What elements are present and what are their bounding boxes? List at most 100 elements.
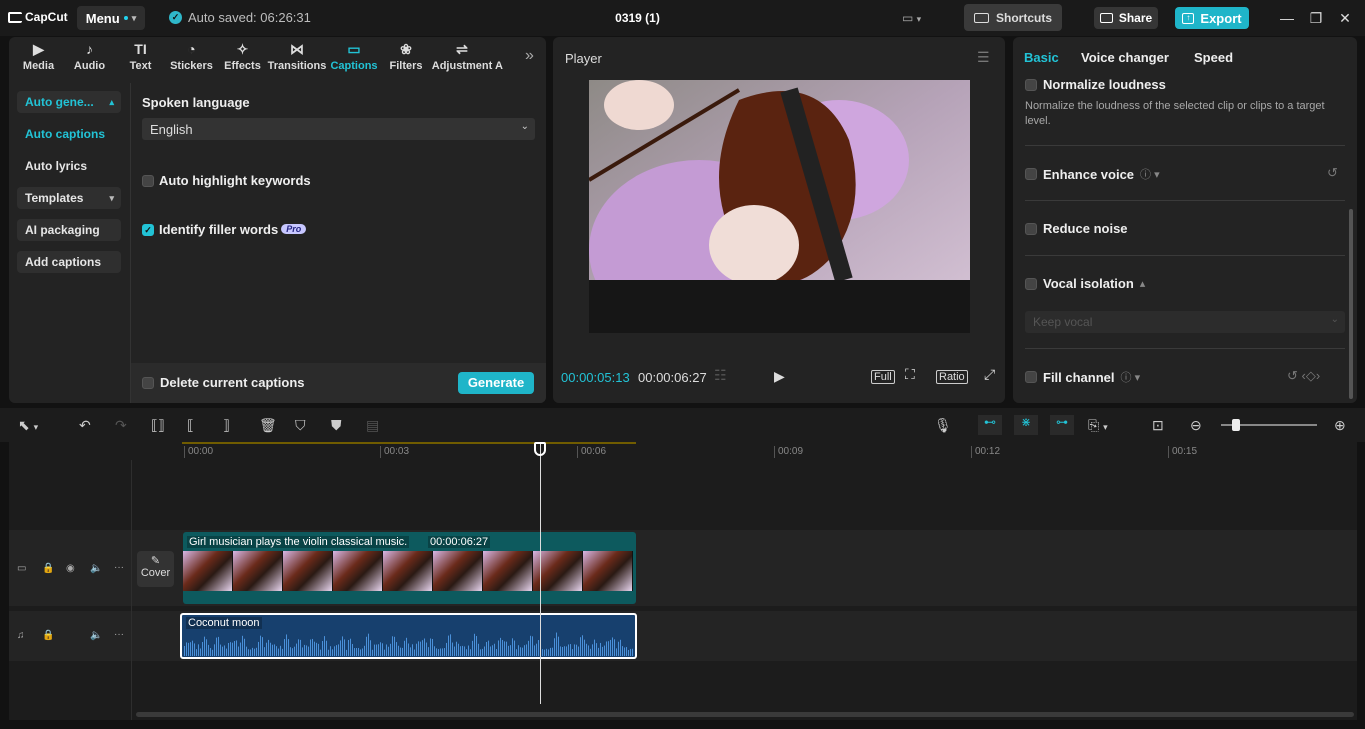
zoom-fit-icon[interactable]: ⛶ xyxy=(905,366,915,383)
tab-basic[interactable]: Basic xyxy=(1024,50,1059,65)
tab-transitions[interactable]: ⋈ Transitions xyxy=(268,37,327,75)
delete-icon[interactable]: 🗑 xyxy=(259,417,277,434)
zoom-to-fit-icon[interactable]: ⊡ xyxy=(1152,417,1164,434)
normalize-loudness-row[interactable]: Normalize loudness xyxy=(1025,77,1166,92)
redo-icon[interactable]: ↷ xyxy=(115,417,127,434)
divider xyxy=(1025,145,1345,146)
timeline-scrollbar[interactable] xyxy=(136,712,1354,717)
filters-icon: ❀ xyxy=(400,40,412,57)
tab-effects[interactable]: ✧ Effects xyxy=(217,37,268,75)
tab-audio[interactable]: ♪ Audio xyxy=(64,37,115,75)
minimize-icon[interactable]: — xyxy=(1277,8,1297,28)
tab-text[interactable]: TI Text xyxy=(115,37,166,75)
caption-icon[interactable]: ▤ xyxy=(366,417,379,434)
speaker-icon[interactable]: 🔈 xyxy=(90,630,102,641)
delete-captions-label[interactable]: Delete current captions xyxy=(160,375,305,390)
lock-icon[interactable]: 🔒 xyxy=(42,563,54,574)
preview-axis-icon[interactable]: ⎘ ▾ xyxy=(1088,417,1108,434)
auto-highlight-checkbox[interactable] xyxy=(142,175,154,187)
tab-speed[interactable]: Speed xyxy=(1194,50,1233,65)
sidebar-item-auto-captions[interactable]: Auto captions xyxy=(17,123,121,145)
zoom-out-icon[interactable]: ⊖ xyxy=(1190,417,1202,434)
edit-pencil-icon: ✎ xyxy=(150,555,161,567)
reduce-noise-row[interactable]: Reduce noise xyxy=(1025,221,1128,236)
undo-icon[interactable]: ↶ xyxy=(79,417,91,434)
tab-adjustment[interactable]: ⇌ Adjustment xyxy=(430,37,494,75)
split-icon[interactable]: ⟦⟧ xyxy=(151,417,165,434)
eye-icon[interactable]: ◉ xyxy=(66,563,75,574)
full-button[interactable]: Full xyxy=(871,370,895,384)
split-left-icon[interactable]: ⟦ xyxy=(187,417,194,434)
auto-highlight-label[interactable]: Auto highlight keywords xyxy=(159,173,311,188)
reduce-noise-checkbox[interactable] xyxy=(1025,222,1037,235)
video-preview[interactable] xyxy=(589,80,970,333)
vocal-isolation-row[interactable]: Vocal isolation ▴ xyxy=(1025,276,1145,291)
lock-icon[interactable]: 🔒 xyxy=(42,630,54,641)
double-chevron-right-icon[interactable]: » xyxy=(525,47,534,65)
fill-channel-checkbox[interactable] xyxy=(1025,371,1037,383)
tab-filters[interactable]: ❀ Filters xyxy=(382,37,430,75)
tab-media[interactable]: ▶ Media xyxy=(13,37,64,75)
sidebar-item-ai-packaging[interactable]: AI packaging xyxy=(17,219,121,241)
linkage-icon[interactable]: ⊶ xyxy=(1050,415,1074,435)
more-icon[interactable]: ··· xyxy=(114,562,124,573)
split-right-icon[interactable]: ⟧ xyxy=(223,417,230,434)
help-icon[interactable]: ⓘ ▾ xyxy=(1121,369,1141,385)
share-button[interactable]: Share xyxy=(1094,7,1158,29)
hamburger-menu-icon[interactable]: ☰ xyxy=(977,49,990,66)
thumbnail xyxy=(433,551,483,591)
zoom-in-icon[interactable]: ⊕ xyxy=(1334,417,1346,434)
enhance-voice-row[interactable]: Enhance voice ⓘ ▾ xyxy=(1025,166,1160,182)
sidebar-item-auto-lyrics[interactable]: Auto lyrics xyxy=(17,155,121,177)
generate-button[interactable]: Generate xyxy=(458,372,534,394)
normalize-checkbox[interactable] xyxy=(1025,78,1037,91)
shield-icon[interactable]: ⛊ xyxy=(331,417,342,434)
capcut-logo-icon xyxy=(8,11,22,23)
cover-button[interactable]: ✎ Cover xyxy=(137,551,174,587)
sidebar-item-auto-generate[interactable]: Auto gene... ▴ xyxy=(17,91,121,113)
playhead-handle[interactable] xyxy=(534,442,546,456)
maximize-icon[interactable]: ❐ xyxy=(1306,8,1326,28)
keyframe-controls[interactable]: ↺ ‹◇› xyxy=(1287,368,1320,384)
tab-label: Captions xyxy=(330,59,378,72)
vocal-isolation-checkbox[interactable] xyxy=(1025,277,1037,290)
tab-truncated[interactable]: A xyxy=(494,37,504,75)
panel-scrollbar[interactable] xyxy=(1349,209,1353,399)
fill-channel-row[interactable]: Fill channel ⓘ ▾ xyxy=(1025,369,1140,385)
shortcuts-button[interactable]: Shortcuts xyxy=(964,4,1062,31)
identify-filler-row[interactable]: Identify filler words Pro xyxy=(159,222,307,237)
select-cursor-icon[interactable]: ⬉ ▾ xyxy=(18,417,38,434)
enhance-voice-checkbox[interactable] xyxy=(1025,168,1037,180)
video-clip[interactable]: Girl musician plays the violin classical… xyxy=(183,532,636,604)
play-icon[interactable]: ▶ xyxy=(774,368,785,385)
time-ruler[interactable]: 00:00 00:03 00:06 00:09 00:12 00:15 xyxy=(182,442,1357,460)
speaker-icon[interactable]: 🔈 xyxy=(90,563,102,574)
close-icon[interactable]: ✕ xyxy=(1335,8,1355,28)
sidebar-item-templates[interactable]: Templates ▾ xyxy=(17,187,121,209)
tab-voice-changer[interactable]: Voice changer xyxy=(1081,50,1169,65)
menu-button[interactable]: Menu ▾ xyxy=(77,6,145,30)
fullscreen-icon[interactable]: ⤢ xyxy=(984,366,995,383)
main-track-magnet-icon[interactable]: ⊷ xyxy=(978,415,1002,435)
grid-view-icon[interactable]: ☷ xyxy=(714,367,727,384)
mark-icon[interactable]: ⛉ xyxy=(295,417,306,434)
layout-icon[interactable]: ▭ ▾ xyxy=(902,11,932,25)
chevron-up-icon[interactable]: ▴ xyxy=(1140,277,1146,290)
tab-captions[interactable]: ▭ Captions xyxy=(326,37,382,75)
language-select[interactable]: English ⌄ xyxy=(142,118,535,140)
audio-clip[interactable]: Coconut moon xyxy=(180,613,637,659)
ratio-button[interactable]: Ratio xyxy=(936,370,968,384)
tab-stickers[interactable]: ◔ Stickers xyxy=(166,37,217,75)
zoom-slider-handle[interactable] xyxy=(1232,419,1240,431)
export-button[interactable]: ↑ Export xyxy=(1175,7,1249,29)
playhead[interactable] xyxy=(540,442,541,704)
reduce-noise-label: Reduce noise xyxy=(1043,221,1128,236)
sidebar-item-add-captions[interactable]: Add captions xyxy=(17,251,121,273)
more-icon[interactable]: ··· xyxy=(114,629,124,640)
auto-snap-icon[interactable]: ⋇ xyxy=(1014,415,1038,435)
help-icon[interactable]: ⓘ ▾ xyxy=(1140,166,1160,182)
reset-icon[interactable]: ↺ xyxy=(1327,165,1338,181)
identify-filler-checkbox[interactable]: ✓ xyxy=(142,224,154,236)
microphone-icon[interactable]: 🎙 xyxy=(934,417,952,434)
delete-captions-checkbox[interactable] xyxy=(142,377,154,389)
